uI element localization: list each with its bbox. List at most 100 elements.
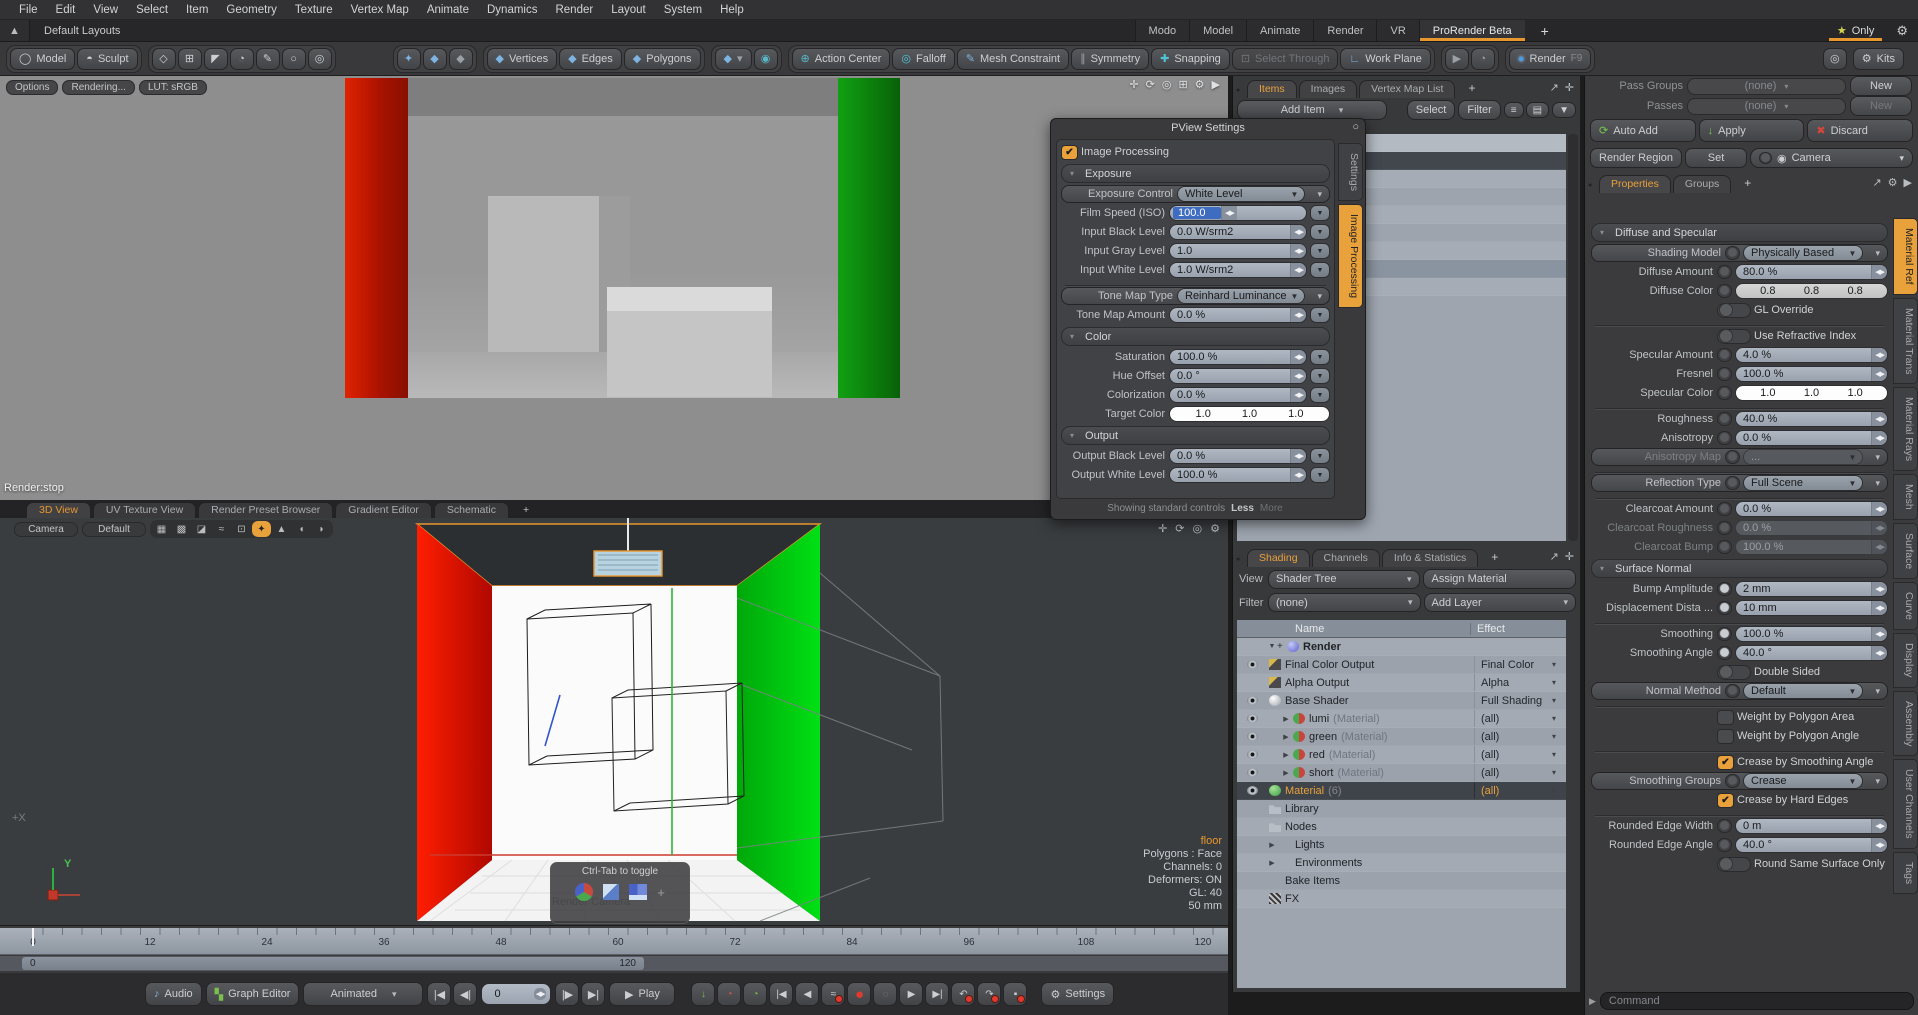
expand-panel-icon[interactable]: ↗ [1550,81,1559,94]
expand-panel-icon[interactable]: ↗ [1550,550,1559,563]
action-button[interactable]: ✚ Snapping [1151,48,1230,70]
auto-add-button[interactable]: ⟳ Auto Add [1590,119,1696,142]
viewport-tab[interactable]: Gradient Editor [335,502,432,518]
tool-button[interactable]: ○ [282,48,306,70]
channel-toggle-icon[interactable] [1717,582,1732,596]
stepper-icon[interactable] [1290,369,1306,383]
rotate-icon[interactable]: ⟳ [1175,522,1184,535]
stepper-icon[interactable] [1871,627,1887,641]
record-icon[interactable]: ● [847,982,871,1006]
value-field[interactable]: Default [1743,683,1863,699]
add-layer-select[interactable]: Add Layer [1424,593,1577,612]
more-icon[interactable]: ▶ [1904,176,1912,189]
value-field[interactable]: 0.0 % [1735,430,1888,446]
expand-plus-icon[interactable]: + [1277,641,1285,652]
dropdown-caret-icon[interactable] [1849,479,1857,488]
channel-toggle-icon[interactable] [1725,450,1740,464]
channel-toggle-icon[interactable] [1717,601,1732,615]
dropdown-caret-icon[interactable] [1849,687,1857,696]
layout-tab[interactable]: Modo [1135,20,1190,41]
mini-dropdown-icon[interactable] [1310,224,1330,240]
command-arrow-icon[interactable]: ▶ [1589,996,1596,1007]
pview-tab[interactable]: Image Processing [1338,204,1363,308]
shader-row[interactable]: ▼ + Render [1237,638,1566,656]
menu-item[interactable]: Help [711,4,753,16]
shader-row[interactable]: ▶ Lights [1237,836,1566,854]
stepper-icon[interactable] [1871,431,1887,445]
checkbox[interactable] [1061,145,1078,160]
channel-toggle-icon[interactable] [1725,774,1740,788]
panel-tab[interactable]: Items [1247,80,1297,98]
toggle-circle[interactable] [1759,152,1772,164]
shader-row[interactable]: ▶ short (Material) (all) ▾ [1237,764,1566,782]
shader-row[interactable]: Nodes [1237,818,1566,836]
stepper-icon[interactable] [1290,388,1306,402]
prev-frame-icon[interactable]: ◀| [453,982,477,1006]
mode-button[interactable]: ◯ Model [10,48,75,70]
stepper-icon[interactable] [1290,308,1306,322]
value-field[interactable]: 0.0 % [1169,307,1307,323]
menu-item[interactable]: Animate [418,4,478,16]
category-tab[interactable]: Mesh [1893,474,1918,520]
value-field[interactable]: 40.0 ° [1735,645,1888,661]
effect-value[interactable]: (all) [1474,746,1552,763]
checkbox[interactable] [1717,793,1734,808]
mini-dropdown-icon[interactable] [1310,262,1330,278]
actor-button[interactable]: ◆ [449,48,473,70]
action-button[interactable]: ∥ Symmetry [1071,48,1149,70]
pass-groups-select[interactable]: (none) [1687,78,1846,95]
toggle-switch[interactable] [1717,857,1751,872]
audio-button[interactable]: ♪ Audio [145,982,202,1006]
render-button[interactable]: ● Render F9 [1509,48,1591,70]
viewport-tab[interactable]: + [511,503,541,518]
expand-arrow-icon[interactable]: ▶ [1267,859,1277,867]
pin-icon[interactable]: ▲ [0,20,30,41]
funnel-icon[interactable]: ▼ [1552,102,1576,118]
columns-icon[interactable]: ▤ [1526,102,1549,118]
filter-select[interactable]: (none) [1268,593,1421,612]
apply-button[interactable]: ↓ Apply [1699,119,1805,142]
globe-button[interactable]: ◉ [754,48,778,70]
toggle-switch[interactable] [1717,665,1751,680]
effect-value[interactable]: Final Color [1474,656,1552,673]
rotate-icon[interactable]: ⟳ [1146,78,1155,91]
split-panel-icon[interactable]: ✛ [1565,550,1574,563]
panel-tab[interactable]: Groups [1673,175,1731,193]
value-field[interactable]: 100.0 % [1735,539,1888,555]
kits-button[interactable]: ⚙ Kits [1853,48,1904,70]
grid-icon[interactable]: ⊞ [1178,78,1187,91]
action-button[interactable]: ⊡ Select Through [1232,48,1339,70]
redo-key-icon[interactable]: ↷ [977,982,1001,1006]
channel-toggle-icon[interactable] [1717,502,1732,516]
default-layouts-label[interactable]: Default Layouts [30,20,134,41]
stepper-icon[interactable] [1871,502,1887,516]
stepper-icon[interactable] [1871,838,1887,852]
effect-value[interactable]: (all) [1474,728,1552,745]
value-field[interactable]: 0.0 ° [1169,368,1307,384]
value-field[interactable]: 100.0 [1169,205,1307,221]
timeline-ruler[interactable]: 01224364860728496108120 [0,928,1228,955]
effect-value[interactable]: Full Shading [1474,692,1552,709]
settings-button[interactable]: ⚙ Settings [1041,982,1114,1006]
zoom-icon[interactable]: ◎ [1193,522,1203,535]
visibility-eye-icon[interactable] [1247,732,1258,741]
select-button[interactable]: Select [1407,100,1456,120]
menu-item[interactable]: Vertex Map [342,4,418,16]
effect-value[interactable]: Alpha [1474,674,1552,691]
category-tab[interactable]: Material Rays [1893,387,1918,471]
viewport-tab[interactable]: 3D View [26,502,91,518]
menu-item[interactable]: Dynamics [478,4,546,16]
effect-dropdown-icon[interactable]: ▾ [1552,696,1566,705]
item-mode-button[interactable]: ◆ ▾ [715,48,752,70]
value-field[interactable]: White Level [1177,186,1305,202]
stepper-icon[interactable] [1871,540,1887,554]
layout-tab[interactable]: + [1525,20,1565,41]
value-field[interactable]: 40.0 % [1735,411,1888,427]
stepper-icon[interactable] [1290,263,1306,277]
remove-key-icon[interactable]: ▪ [1003,982,1027,1006]
wire-style-icon[interactable]: ≈ [212,521,231,537]
panel-tab[interactable]: Vertex Map List [1359,80,1455,98]
effect-dropdown-icon[interactable]: ▾ [1552,714,1566,723]
menu-item[interactable]: Edit [47,4,85,16]
expand-arrow-icon[interactable]: ▶ [1281,769,1291,777]
